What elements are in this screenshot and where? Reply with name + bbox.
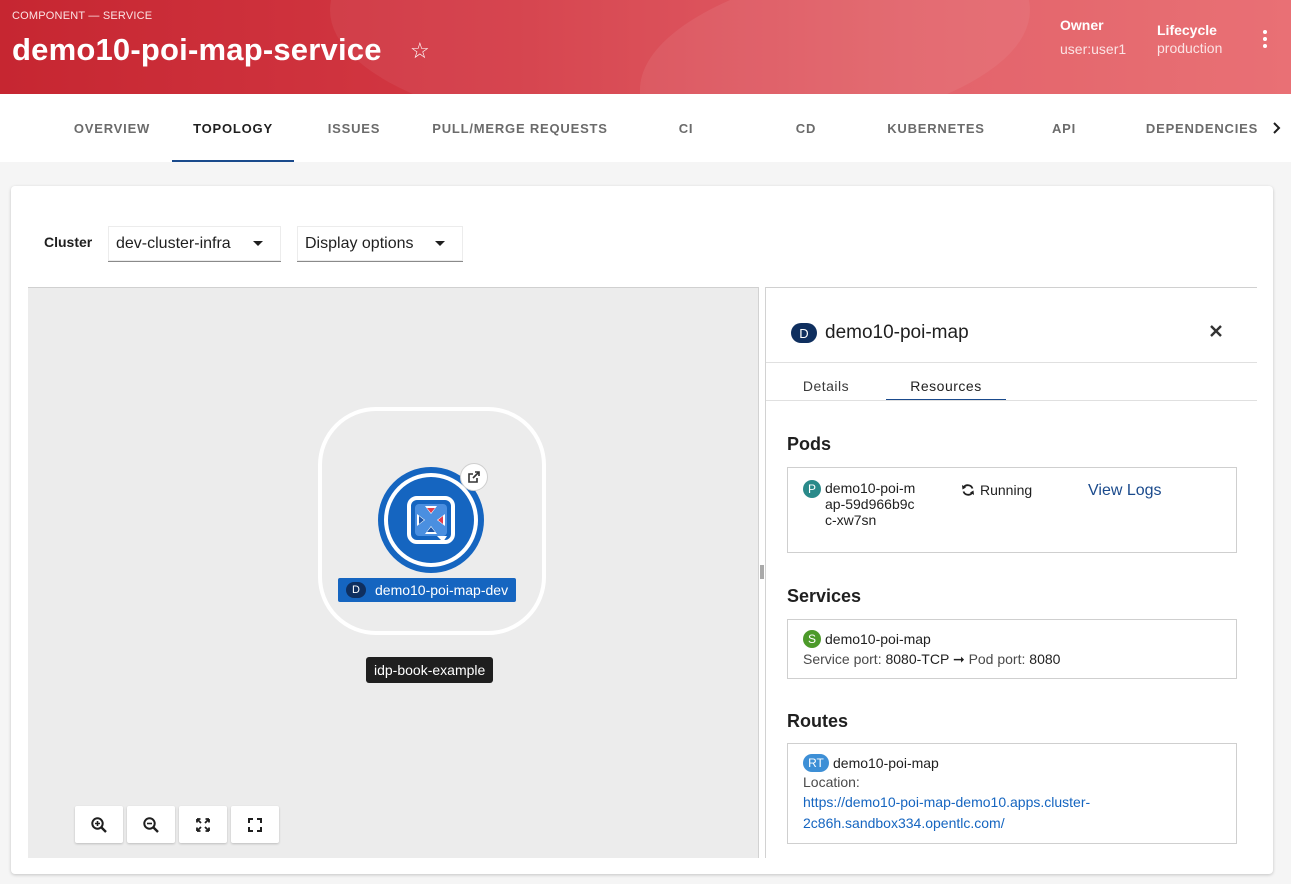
tab-ci[interactable]: CI bbox=[630, 94, 742, 162]
tab-details[interactable]: Details bbox=[786, 372, 866, 400]
view-logs-link[interactable]: View Logs bbox=[1088, 482, 1162, 500]
star-outline-icon[interactable]: ☆ bbox=[410, 40, 430, 62]
route-badge: RT bbox=[803, 754, 829, 772]
fit-to-screen-button[interactable] bbox=[179, 806, 227, 843]
route-location-label: Location: bbox=[803, 774, 860, 790]
arrow-right-icon: ➞ bbox=[952, 651, 965, 667]
fit-to-screen-icon bbox=[196, 817, 210, 832]
pod-port-label: Pod port: bbox=[968, 651, 1026, 667]
services-heading: Services bbox=[787, 586, 862, 606]
tab-kubernetes[interactable]: KUBERNETES bbox=[870, 94, 1002, 162]
caret-down-icon bbox=[435, 241, 445, 246]
pod-status-text: Running bbox=[980, 482, 1033, 498]
application-group-label[interactable]: idp-book-example bbox=[366, 657, 494, 683]
panel-title: D demo10-poi-map bbox=[791, 322, 969, 344]
tab-dependencies[interactable]: DEPENDENCIES bbox=[1140, 94, 1264, 162]
drag-handle-icon[interactable] bbox=[759, 565, 765, 579]
divider bbox=[766, 362, 1257, 363]
owner-label: Owner bbox=[1060, 17, 1104, 33]
service-name: demo10-poi-map bbox=[825, 631, 931, 647]
cluster-label: Cluster bbox=[44, 234, 93, 250]
pod-item: P demo10-poi-map-59d966b9cc-xw7sn Runnin… bbox=[787, 467, 1237, 553]
panel-title-text: demo10-poi-map bbox=[825, 322, 969, 343]
deployment-badge: D bbox=[346, 582, 366, 598]
chevron-right-icon[interactable] bbox=[1268, 118, 1286, 138]
topology-canvas[interactable]: D demo10-poi-map-dev idp-book-example bbox=[28, 287, 758, 858]
pods-heading: Pods bbox=[787, 434, 832, 454]
route-item: RT demo10-poi-map Location: https://demo… bbox=[787, 743, 1237, 844]
expand-icon bbox=[248, 817, 262, 832]
tab-pull-merge-requests[interactable]: PULL/MERGE REQUESTS bbox=[414, 94, 626, 162]
tab-api[interactable]: API bbox=[1008, 94, 1120, 162]
zoom-out-icon bbox=[143, 816, 159, 833]
close-icon[interactable] bbox=[1209, 324, 1223, 338]
divider bbox=[766, 400, 1257, 401]
lifecycle-value: production bbox=[1157, 40, 1223, 56]
tab-topology[interactable]: TOPOLOGY bbox=[172, 94, 294, 162]
service-name-row: S demo10-poi-map bbox=[803, 630, 931, 648]
side-panel: D demo10-poi-map Details Resources Pods … bbox=[766, 287, 1257, 858]
zoom-out-button[interactable] bbox=[127, 806, 175, 843]
deployment-name: demo10-poi-map-dev bbox=[375, 582, 509, 598]
owner-value[interactable]: user:user1 bbox=[1060, 41, 1126, 57]
tab-overview[interactable]: OVERVIEW bbox=[56, 94, 168, 162]
route-location-link-line2[interactable]: 2c86h.sandbox334.opentlc.com/ bbox=[803, 815, 1005, 831]
entity-header: COMPONENT — SERVICE demo10-poi-map-servi… bbox=[0, 0, 1291, 94]
route-name-row: RT demo10-poi-map bbox=[803, 754, 939, 772]
external-link-icon[interactable] bbox=[460, 463, 488, 491]
expand-button[interactable] bbox=[231, 806, 279, 843]
topology-card: Cluster dev-cluster-infra Display option… bbox=[11, 186, 1273, 874]
service-port-label: Service port: bbox=[803, 651, 882, 667]
sync-icon bbox=[962, 484, 974, 496]
deployment-badge: D bbox=[791, 323, 817, 343]
pod-name: demo10-poi-map-59d966b9cc-xw7sn bbox=[825, 480, 916, 528]
service-ports: Service port: 8080-TCP ➞ Pod port: 8080 bbox=[803, 651, 1060, 668]
routes-heading: Routes bbox=[787, 711, 849, 731]
lifecycle-label: Lifecycle bbox=[1157, 22, 1217, 38]
entity-tabs: OVERVIEW TOPOLOGY ISSUES PULL/MERGE REQU… bbox=[0, 94, 1291, 162]
tab-cd[interactable]: CD bbox=[750, 94, 862, 162]
page-title: demo10-poi-map-service bbox=[12, 32, 382, 67]
zoom-in-button[interactable] bbox=[75, 806, 123, 843]
service-port-value: 8080-TCP bbox=[885, 651, 950, 667]
cluster-select[interactable]: dev-cluster-infra bbox=[108, 226, 281, 262]
tab-resources[interactable]: Resources bbox=[886, 372, 1006, 401]
cluster-select-value: dev-cluster-infra bbox=[116, 234, 231, 252]
route-location-link-line1[interactable]: https://demo10-poi-map-demo10.apps.clust… bbox=[803, 794, 1090, 810]
kebab-icon[interactable] bbox=[1256, 28, 1274, 50]
caret-down-icon bbox=[253, 241, 263, 246]
display-options-label: Display options bbox=[305, 234, 414, 252]
zoom-in-icon bbox=[91, 816, 107, 833]
display-options-select[interactable]: Display options bbox=[297, 226, 463, 262]
service-badge: S bbox=[803, 630, 821, 648]
pod-badge: P bbox=[803, 480, 821, 498]
pod-status: Running bbox=[961, 482, 1032, 498]
quarkus-logo-icon bbox=[388, 477, 474, 563]
deployment-node-label[interactable]: D demo10-poi-map-dev bbox=[338, 578, 517, 602]
tab-issues[interactable]: ISSUES bbox=[298, 94, 410, 162]
pod-port-value: 8080 bbox=[1029, 651, 1061, 667]
route-name: demo10-poi-map bbox=[833, 755, 939, 771]
service-item: S demo10-poi-map Service port: 8080-TCP … bbox=[787, 619, 1237, 679]
entity-kind: COMPONENT — SERVICE bbox=[12, 10, 153, 22]
